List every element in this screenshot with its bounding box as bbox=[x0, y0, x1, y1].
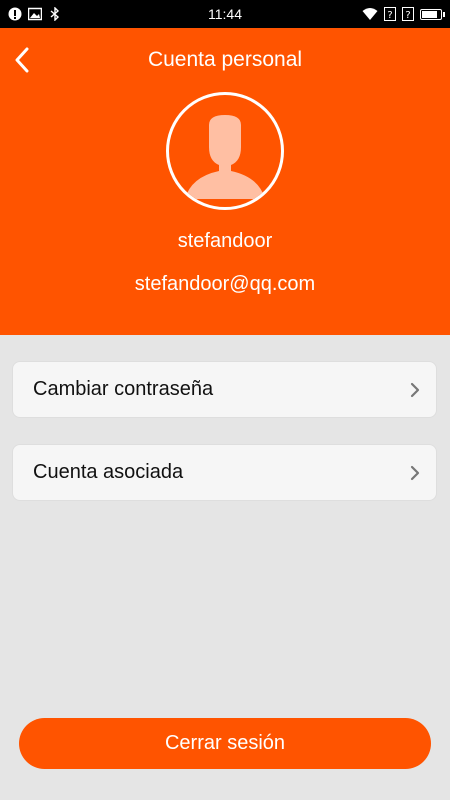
menu-item-label: Cambiar contraseña bbox=[33, 378, 214, 400]
menu-item-linked-account[interactable]: Cuenta asociada bbox=[12, 444, 437, 501]
menu-item-change-password[interactable]: Cambiar contraseña bbox=[12, 361, 437, 418]
chevron-right-icon bbox=[408, 465, 422, 480]
status-bar: 11:44 ? ? bbox=[0, 0, 450, 28]
status-time: 11:44 bbox=[208, 6, 242, 22]
page-title: Cuenta personal bbox=[147, 48, 303, 71]
email: stefandoor@qq.com bbox=[134, 273, 316, 295]
avatar[interactable] bbox=[166, 92, 284, 210]
logout-button[interactable]: Cerrar sesión bbox=[19, 718, 431, 769]
username: stefandoor bbox=[177, 230, 273, 252]
profile-header: Cuenta personal stefandoor stefandoor@qq… bbox=[0, 28, 450, 335]
chevron-right-icon bbox=[408, 382, 422, 397]
menu-item-label: Cuenta asociada bbox=[33, 461, 184, 483]
user-silhouette-icon bbox=[185, 115, 265, 199]
battery-icon bbox=[420, 8, 445, 20]
